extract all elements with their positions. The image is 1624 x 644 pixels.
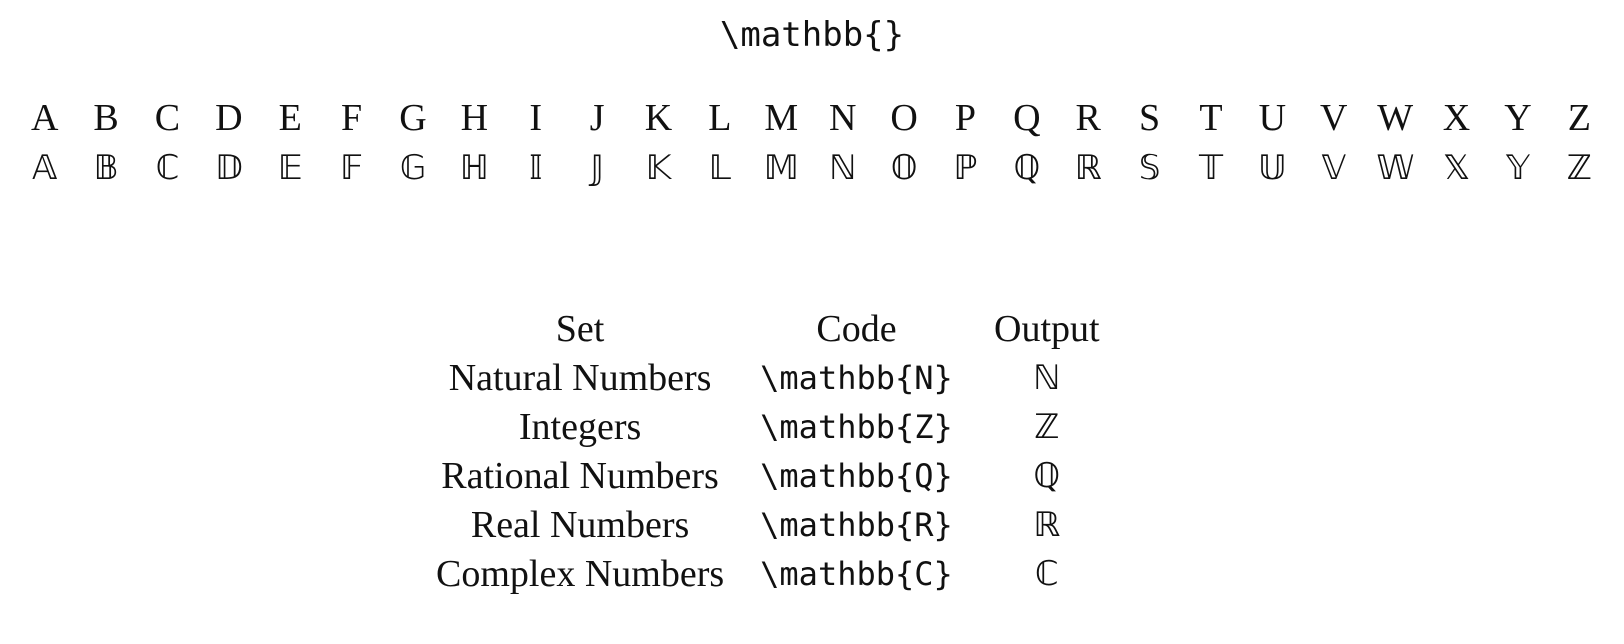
plain-letter: B [93, 97, 119, 139]
plain-letter: W [1377, 97, 1414, 139]
table-row: Integers \mathbb{Z} ℤ [436, 403, 1105, 452]
blackboard-letter: ℍ [459, 148, 489, 188]
blackboard-letter: 𝔻 [214, 148, 243, 188]
plain-letter: H [460, 97, 489, 139]
set-name: Real Numbers [470, 504, 690, 546]
set-output-symbol: ℝ [1033, 505, 1061, 545]
plain-letter: Y [1504, 97, 1532, 139]
blackboard-letter: 𝕋 [1198, 148, 1224, 188]
blackboard-letter: 𝕍 [1321, 148, 1347, 188]
plain-letter: R [1075, 97, 1101, 139]
blackboard-letter: ℚ [1013, 148, 1041, 188]
table-row: Rational Numbers \mathbb{Q} ℚ [436, 452, 1105, 501]
blackboard-letter: 𝕐 [1505, 148, 1530, 188]
plain-letter: T [1199, 97, 1223, 139]
blackboard-letter: 𝔸 [32, 148, 58, 188]
plain-letter: C [154, 97, 181, 139]
plain-letter: E [278, 97, 302, 139]
blackboard-letter: 𝕀 [529, 148, 543, 188]
blackboard-letter: 𝕁 [590, 148, 604, 188]
set-output-symbol: ℕ [1033, 358, 1061, 398]
set-code: \mathbb{R} [760, 506, 953, 544]
plain-letter: F [341, 97, 363, 139]
blackboard-letter: 𝕃 [708, 148, 732, 188]
plain-letter: M [764, 97, 799, 139]
plain-letter: S [1139, 97, 1161, 139]
plain-letter: O [890, 97, 918, 139]
blackboard-letter: 𝕌 [1258, 148, 1287, 188]
plain-letter: K [644, 97, 673, 139]
plain-letter: X [1442, 97, 1471, 139]
set-code: \mathbb{N} [760, 359, 953, 397]
blackboard-letter: ℤ [1566, 148, 1592, 188]
table-row: Natural Numbers \mathbb{N} ℕ [436, 354, 1105, 403]
set-code: \mathbb{C} [760, 555, 953, 593]
set-output-symbol: ℤ [1034, 407, 1060, 447]
set-output-symbol: ℂ [1034, 554, 1059, 594]
plain-letter: J [589, 97, 605, 139]
table-row: Real Numbers \mathbb{R} ℝ [436, 501, 1105, 550]
set-code: \mathbb{Z} [760, 408, 953, 446]
set-output-symbol: ℚ [1033, 456, 1061, 496]
header-output: Output [994, 308, 1100, 350]
blackboard-letter: 𝕄 [763, 148, 799, 188]
set-name: Complex Numbers [436, 553, 725, 595]
blackboard-letter: ℂ [155, 148, 180, 188]
plain-letter: V [1320, 97, 1348, 139]
blackboard-letter: 𝔽 [340, 148, 364, 188]
page-title: \mathbb{} [719, 15, 905, 55]
set-code: \mathbb{Q} [760, 457, 953, 495]
blackboard-letter: 𝕂 [645, 148, 672, 188]
plain-letter: Z [1567, 97, 1591, 139]
blackboard-letter: 𝔾 [399, 148, 427, 188]
header-code: Code [816, 308, 897, 350]
plain-alphabet-row: ABCDEFGHI JKLMNOPQRSTUVWXYZ [14, 92, 1610, 144]
plain-letter: I [529, 97, 543, 139]
blackboard-letter: ℕ [829, 148, 857, 188]
set-name: Integers [518, 406, 642, 448]
blackboard-letter: 𝕊 [1138, 148, 1161, 188]
plain-letter: D [215, 97, 243, 139]
blackboard-alphabet-row: 𝔸𝔹ℂ𝔻𝔼𝔽𝔾ℍ𝕀 𝕁 𝕂𝕃𝕄ℕ𝕆ℙℚℝ𝕊𝕋𝕌𝕍𝕎𝕏𝕐ℤ [14, 142, 1610, 194]
table-header-row: Set Code Output [436, 305, 1105, 354]
plain-letter: Q [1013, 97, 1041, 139]
blackboard-letter: 𝕎 [1376, 148, 1414, 188]
plain-letter: A [30, 97, 59, 139]
plain-letter: L [708, 97, 732, 139]
blackboard-letter: 𝔼 [277, 148, 303, 188]
blackboard-letter: ℙ [953, 148, 978, 188]
plain-letter: U [1258, 97, 1287, 139]
table-row: Complex Numbers \mathbb{C} ℂ [436, 550, 1105, 599]
set-name: Rational Numbers [441, 455, 719, 497]
number-sets-table: Set Code Output Natural Numbers \mathbb{… [436, 305, 1105, 599]
blackboard-letter: 𝔹 [93, 148, 119, 188]
blackboard-letter: 𝕆 [890, 148, 918, 188]
plain-letter: P [954, 97, 977, 139]
set-name: Natural Numbers [448, 357, 712, 399]
blackboard-letter: 𝕏 [1442, 148, 1471, 188]
blackboard-letter: ℝ [1074, 148, 1102, 188]
header-set: Set [555, 308, 605, 350]
plain-letter: N [828, 97, 857, 139]
plain-letter: G [399, 97, 427, 139]
